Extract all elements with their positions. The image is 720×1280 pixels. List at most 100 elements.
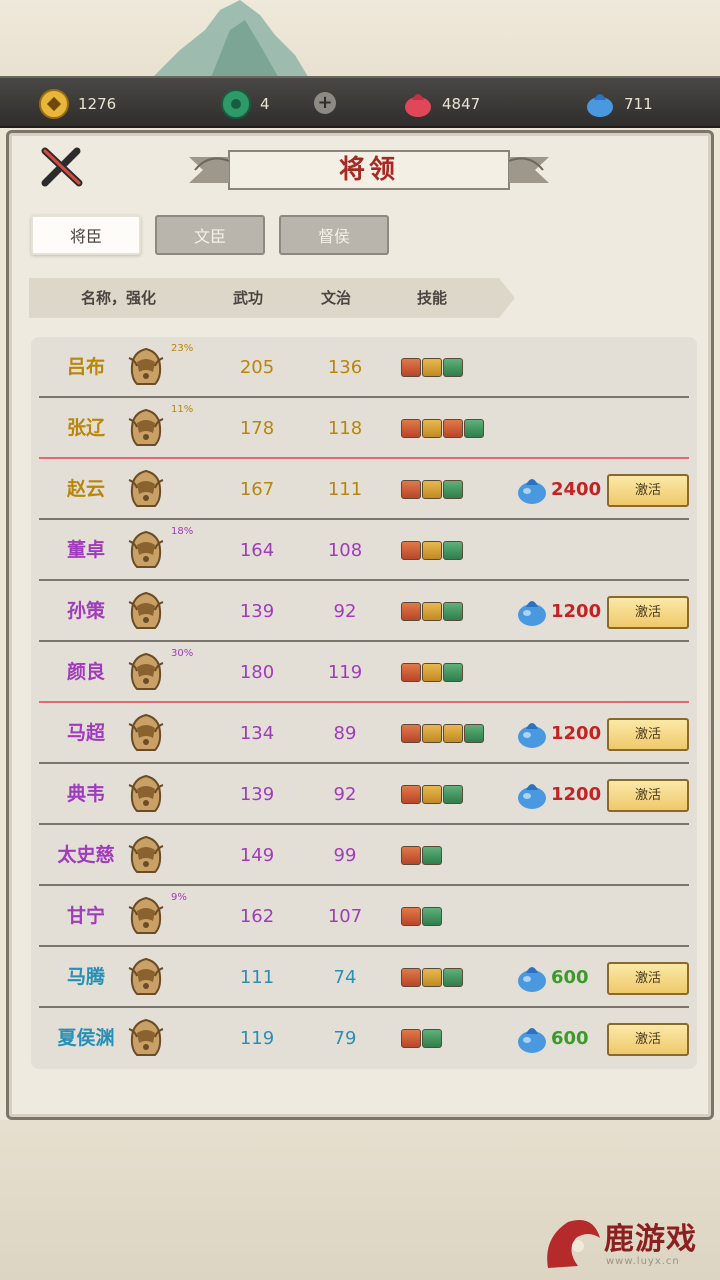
helmet-icon bbox=[128, 1018, 164, 1056]
general-row[interactable]: 孙策 139 92 1200 激活 bbox=[31, 581, 697, 642]
general-row[interactable]: 马腾 111 74 600 激活 bbox=[31, 947, 697, 1008]
skill-icon[interactable] bbox=[443, 419, 463, 438]
generals-panel: 将领 将臣 文臣 督侯 名称，强化 武功 文治 技能 吕布 23% 205 136 张… bbox=[6, 130, 714, 1120]
general-row[interactable]: 吕布 23% 205 136 bbox=[31, 337, 697, 398]
general-row[interactable]: 赵云 167 111 2400 激活 bbox=[31, 459, 697, 520]
skill-icon[interactable] bbox=[401, 358, 421, 377]
wen-value: 108 bbox=[327, 540, 363, 561]
resource-bar: 1276 4 + 4847 711 bbox=[0, 76, 720, 128]
skill-icon[interactable] bbox=[422, 1029, 442, 1048]
wu-value: 205 bbox=[239, 357, 275, 378]
skill-icon[interactable] bbox=[443, 663, 463, 682]
skill-icon[interactable] bbox=[443, 602, 463, 621]
skill-icon[interactable] bbox=[401, 785, 421, 804]
wu-value: 164 bbox=[239, 540, 275, 561]
skill-icon[interactable] bbox=[401, 480, 421, 499]
skill-icon[interactable] bbox=[443, 968, 463, 987]
blue-essence-icon bbox=[518, 601, 546, 626]
blue-essence-icon bbox=[587, 94, 613, 117]
wen-value: 136 bbox=[327, 357, 363, 378]
wu-value: 139 bbox=[239, 601, 275, 622]
activate-button[interactable]: 激活 bbox=[607, 962, 689, 995]
tab-ministers[interactable]: 文臣 bbox=[155, 215, 265, 255]
helmet-icon bbox=[128, 347, 164, 385]
activate-button[interactable]: 激活 bbox=[607, 718, 689, 751]
blue-essence-amount: 711 bbox=[624, 95, 653, 113]
skill-icon[interactable] bbox=[422, 968, 442, 987]
skill-icon[interactable] bbox=[443, 541, 463, 560]
helmet-icon bbox=[128, 469, 164, 507]
enhance-percent: 23% bbox=[171, 343, 194, 354]
skill-icon[interactable] bbox=[422, 724, 442, 743]
skill-icon[interactable] bbox=[401, 1029, 421, 1048]
close-icon[interactable] bbox=[37, 145, 87, 189]
wu-value: 119 bbox=[239, 1028, 275, 1049]
skill-icon[interactable] bbox=[422, 785, 442, 804]
skill-icon[interactable] bbox=[443, 358, 463, 377]
tab-governors[interactable]: 督侯 bbox=[279, 215, 389, 255]
skill-icon[interactable] bbox=[422, 907, 442, 926]
general-name: 张辽 bbox=[66, 417, 105, 439]
wu-value: 139 bbox=[239, 784, 275, 805]
skill-icon[interactable] bbox=[401, 907, 421, 926]
jade-resource: 4 bbox=[220, 78, 270, 130]
red-essence-amount: 4847 bbox=[442, 95, 481, 113]
skill-icon[interactable] bbox=[401, 663, 421, 682]
tab-bar: 将臣 文臣 督侯 bbox=[31, 215, 389, 255]
skill-icon[interactable] bbox=[422, 541, 442, 560]
wen-value: 92 bbox=[333, 601, 357, 622]
general-row[interactable]: 马超 134 89 1200 激活 bbox=[31, 703, 697, 764]
general-row[interactable]: 太史慈 149 99 bbox=[31, 825, 697, 886]
title-banner: 将领 bbox=[189, 143, 549, 197]
general-row[interactable]: 董卓 18% 164 108 bbox=[31, 520, 697, 581]
tab-generals[interactable]: 将臣 bbox=[31, 215, 141, 255]
skill-icon[interactable] bbox=[401, 602, 421, 621]
skill-icon[interactable] bbox=[443, 724, 463, 743]
skill-icon[interactable] bbox=[401, 846, 421, 865]
general-name: 董卓 bbox=[66, 539, 105, 561]
general-name: 典韦 bbox=[66, 783, 105, 805]
general-row[interactable]: 颜良 30% 180 119 bbox=[31, 642, 697, 703]
activate-button[interactable]: 激活 bbox=[607, 779, 689, 812]
skill-icon[interactable] bbox=[422, 358, 442, 377]
skill-icon[interactable] bbox=[464, 724, 484, 743]
skill-icon[interactable] bbox=[443, 785, 463, 804]
general-row[interactable]: 夏侯渊 119 79 600 激活 bbox=[31, 1008, 697, 1069]
skill-icons bbox=[401, 1029, 442, 1048]
header-name: 名称，强化 bbox=[81, 289, 157, 307]
wu-value: 149 bbox=[239, 845, 275, 866]
background-top bbox=[0, 0, 720, 80]
helmet-icon bbox=[128, 713, 164, 751]
skill-icon[interactable] bbox=[401, 541, 421, 560]
skill-icon[interactable] bbox=[422, 419, 442, 438]
skill-icon[interactable] bbox=[401, 968, 421, 987]
activate-button[interactable]: 激活 bbox=[607, 1023, 689, 1056]
general-name: 马腾 bbox=[66, 966, 105, 988]
general-row[interactable]: 典韦 139 92 1200 激活 bbox=[31, 764, 697, 825]
skill-icons bbox=[401, 602, 463, 621]
activate-button[interactable]: 激活 bbox=[607, 596, 689, 629]
skill-icon[interactable] bbox=[464, 419, 484, 438]
activate-cost: 1200 bbox=[551, 784, 602, 805]
skill-icon[interactable] bbox=[443, 480, 463, 499]
wu-value: 162 bbox=[239, 906, 275, 927]
column-header: 名称，强化 武功 文治 技能 bbox=[29, 278, 515, 318]
skill-icon[interactable] bbox=[422, 846, 442, 865]
skill-icon[interactable] bbox=[401, 724, 421, 743]
activate-cost: 1200 bbox=[551, 723, 602, 744]
wen-value: 99 bbox=[333, 845, 357, 866]
activate-cost: 600 bbox=[551, 1028, 589, 1049]
skill-icon[interactable] bbox=[422, 663, 442, 682]
general-row[interactable]: 甘宁 9% 162 107 bbox=[31, 886, 697, 947]
skill-icons bbox=[401, 480, 463, 499]
skill-icon[interactable] bbox=[422, 602, 442, 621]
skill-icon[interactable] bbox=[401, 419, 421, 438]
jade-icon bbox=[221, 89, 251, 119]
skill-icon[interactable] bbox=[422, 480, 442, 499]
wen-value: 89 bbox=[333, 723, 357, 744]
jade-amount: 4 bbox=[260, 95, 270, 113]
enhance-percent: 18% bbox=[171, 526, 194, 537]
add-jade-button[interactable]: + bbox=[314, 92, 336, 114]
general-row[interactable]: 张辽 11% 178 118 bbox=[31, 398, 697, 459]
activate-button[interactable]: 激活 bbox=[607, 474, 689, 507]
